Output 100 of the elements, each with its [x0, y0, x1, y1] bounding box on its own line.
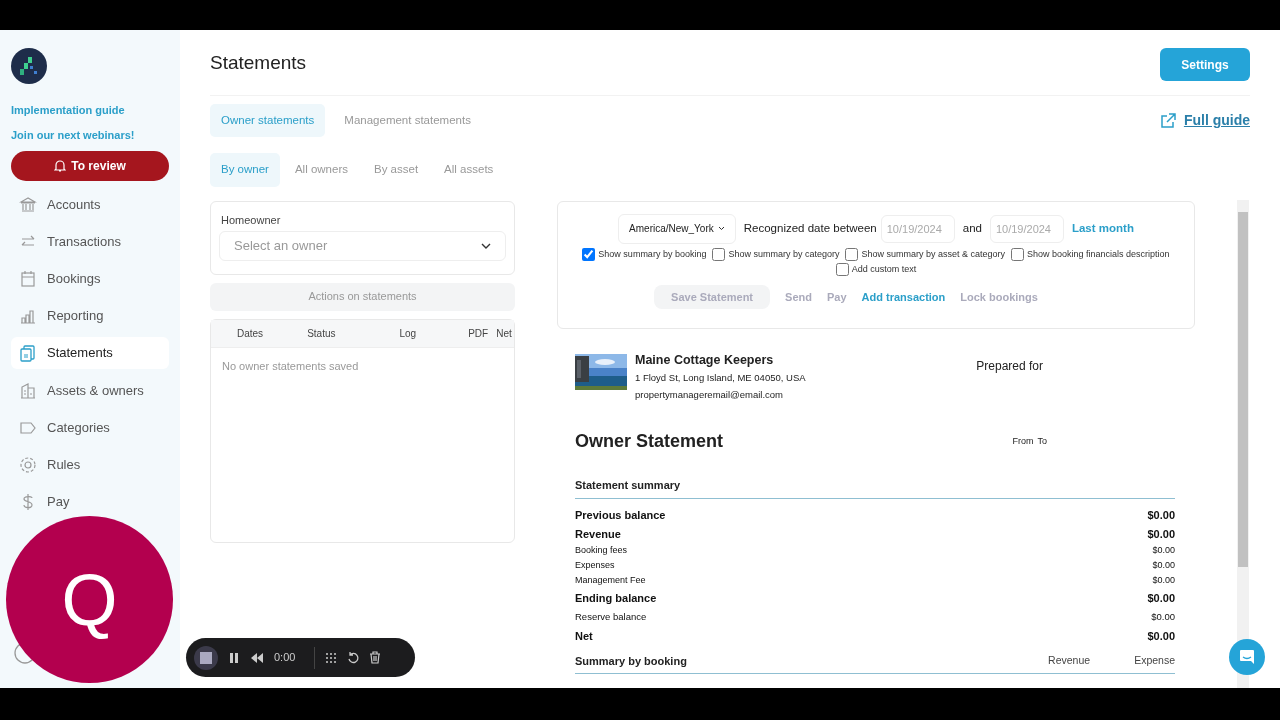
chevron-icon — [481, 243, 491, 249]
action-link[interactable]: Lock bookings — [960, 284, 1038, 309]
date-field[interactable]: 10/19/2024 — [880, 214, 955, 243]
company-email: propertymanageremail@email.com — [635, 387, 784, 402]
bank-icon — [19, 196, 37, 214]
chevron-icon — [717, 226, 725, 231]
pause-icon[interactable] — [228, 651, 240, 664]
sidebar-link[interactable]: Implementation guide — [11, 102, 169, 119]
grid-icon[interactable] — [325, 651, 337, 664]
stop-icon[interactable] — [194, 645, 218, 670]
tab[interactable]: All assets — [433, 153, 505, 187]
row-label: Expenses — [575, 559, 615, 572]
row-label: Management Fee — [575, 574, 646, 587]
row-value: $0.00 — [1147, 507, 1175, 523]
chat-button[interactable] — [1229, 639, 1265, 675]
trash-icon[interactable] — [369, 651, 381, 664]
action-link[interactable]: Send — [785, 284, 812, 309]
action-link[interactable]: Add transaction — [861, 284, 946, 309]
section-title: Statement summary — [575, 478, 681, 491]
scrollbar[interactable] — [1237, 200, 1249, 688]
field-label: Homeowner — [221, 212, 282, 228]
nav-item[interactable]: Pay — [11, 492, 78, 512]
documents-icon — [19, 344, 37, 362]
company-name: Maine Cottage Keepers — [635, 351, 775, 369]
row-label: Ending balance — [575, 590, 657, 606]
building-icon — [19, 382, 37, 400]
last-month-link[interactable]: Last month — [1071, 219, 1134, 238]
row-label: Booking fees — [575, 544, 628, 557]
row-value: $0.00 — [1151, 609, 1175, 624]
gear-icon — [19, 456, 37, 474]
tab[interactable]: By owner — [210, 153, 280, 187]
checkbox[interactable] — [712, 247, 726, 261]
empty-message: No owner statements saved — [221, 358, 360, 374]
owner-select[interactable]: Select an owner — [219, 231, 506, 261]
column-header: Dates — [237, 326, 264, 341]
external-link-icon — [1159, 112, 1176, 129]
option-label: Show summary by asset & category — [861, 247, 1006, 261]
date-label: Recognized date between — [743, 220, 877, 236]
column-header: Log — [399, 326, 417, 341]
column-header: PDF — [468, 326, 489, 341]
settings-button[interactable]: Settings — [1160, 48, 1250, 81]
option-label: Add custom text — [851, 263, 917, 276]
nav-item[interactable]: Accounts — [11, 195, 109, 215]
page-title: Statements — [210, 52, 307, 75]
column-header: Net — [496, 326, 512, 341]
row-value: $0.00 — [1152, 559, 1175, 572]
section-title: Summary by booking — [575, 654, 687, 670]
statement-title: Owner Statement — [575, 429, 724, 453]
row-value: $0.00 — [1147, 628, 1175, 644]
row-value: $0.00 — [1147, 590, 1175, 606]
action-link[interactable]: Pay — [827, 284, 847, 309]
actions-button[interactable]: Actions on statements — [210, 282, 515, 311]
logo-icon — [11, 48, 47, 84]
calendar-icon — [19, 270, 37, 288]
row-value: $0.00 — [1152, 544, 1175, 557]
prepared-for-label: Prepared for — [976, 357, 1043, 375]
row-label: Revenue — [575, 526, 621, 542]
tag-icon — [19, 419, 37, 437]
option-label: Show booking financials description — [1027, 247, 1170, 261]
sidebar-link[interactable]: Join our next webinars! — [11, 126, 169, 143]
timezone-select[interactable]: America/New_York — [618, 213, 736, 244]
review-button[interactable]: To review — [11, 151, 169, 181]
option-label: Show summary by booking — [598, 247, 707, 261]
nav-item[interactable]: Statements — [11, 337, 169, 369]
nav-item[interactable]: Rules — [11, 455, 89, 475]
row-value: $0.00 — [1152, 574, 1175, 587]
row-label: Reserve balance — [575, 609, 647, 624]
date-field[interactable]: 10/19/2024 — [989, 214, 1064, 243]
checkbox[interactable] — [582, 247, 596, 261]
nav-item[interactable]: Reporting — [11, 306, 112, 326]
row-label: Previous balance — [575, 507, 666, 523]
timer-text: 0:00 — [274, 650, 297, 666]
option-label: Show summary by category — [728, 247, 840, 261]
nav-item[interactable]: Transactions — [11, 232, 129, 252]
save-button[interactable]: Save Statement — [654, 284, 771, 309]
to-label: To — [1037, 434, 1047, 448]
full-guide-link[interactable]: Full guide — [1159, 110, 1250, 132]
from-label: From — [1012, 434, 1034, 448]
restart-icon[interactable] — [347, 651, 359, 664]
nav-item[interactable]: Assets & owners — [11, 381, 152, 401]
checkbox[interactable] — [835, 263, 849, 277]
chat-icon — [1238, 648, 1256, 666]
rewind-icon[interactable] — [250, 651, 264, 664]
row-value: $0.00 — [1147, 526, 1175, 542]
nav-item[interactable]: Bookings — [11, 269, 109, 289]
and-label: and — [962, 220, 982, 236]
tab[interactable]: By asset — [363, 153, 430, 187]
bell-icon — [54, 159, 67, 173]
tab[interactable]: Management statements — [333, 104, 482, 138]
checkbox[interactable] — [845, 247, 859, 261]
column-header: Expense — [1134, 653, 1175, 669]
checkbox[interactable] — [1011, 247, 1025, 261]
bar-chart-icon — [19, 307, 37, 325]
tab[interactable]: Owner statements — [210, 104, 326, 138]
row-label: Net — [575, 628, 593, 644]
nav-item[interactable]: Categories — [11, 418, 118, 438]
tab[interactable]: All owners — [283, 153, 359, 187]
company-address: 1 Floyd St, Long Island, ME 04050, USA — [635, 371, 806, 386]
column-header: Revenue — [1048, 653, 1091, 669]
column-header: Status — [307, 326, 336, 341]
